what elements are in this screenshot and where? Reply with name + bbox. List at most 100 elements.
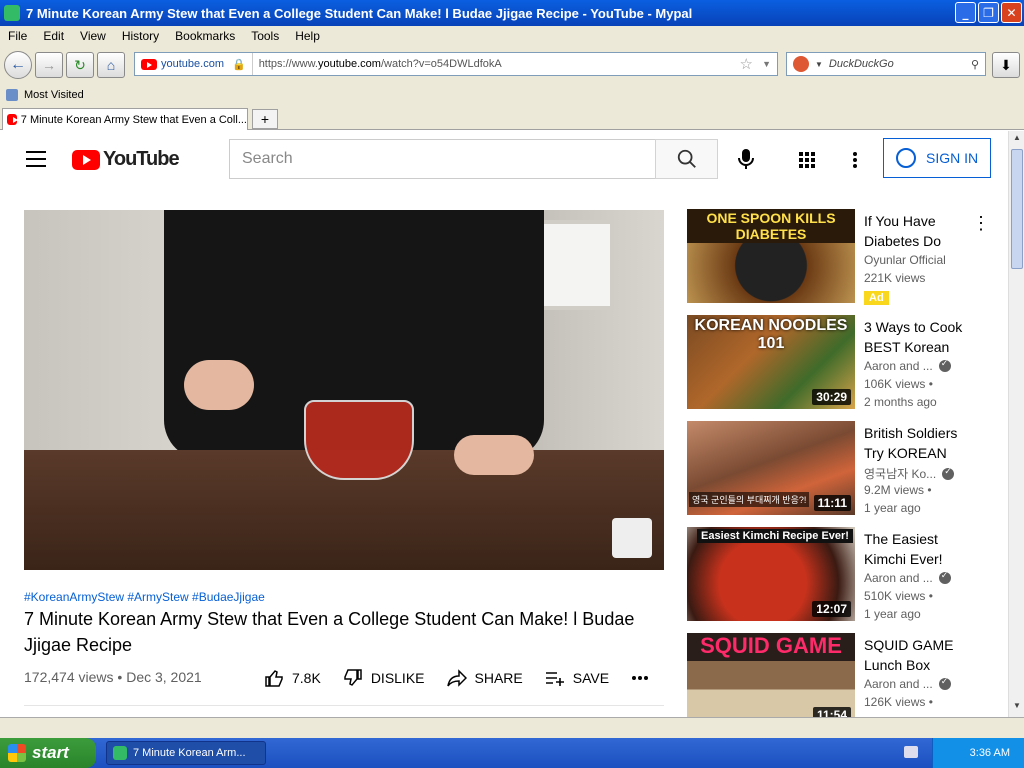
video-title: 7 Minute Korean Army Stew that Even a Co… bbox=[24, 609, 635, 655]
like-button[interactable]: 7.8K bbox=[264, 668, 321, 688]
recommendation-channel[interactable]: 영국남자 Ko... bbox=[864, 465, 955, 482]
video-hashtags[interactable]: #KoreanArmyStew #ArmyStew #BudaeJjigae bbox=[24, 590, 265, 604]
apps-grid-icon[interactable] bbox=[798, 151, 816, 169]
search-engine-dropdown-icon[interactable]: ▼ bbox=[815, 60, 823, 69]
tab-bar: 7 Minute Korean Army Stew that Even a Co… bbox=[0, 106, 1024, 130]
recommendation-item[interactable]: SQUID GAME 11:54 SQUID GAME Lunch Box Aa… bbox=[687, 633, 997, 717]
tab-label: 7 Minute Korean Army Stew that Even a Co… bbox=[20, 113, 247, 126]
recommendation-thumbnail[interactable]: 영국 군인들의 부대찌개 반응?! 11:11 bbox=[687, 421, 855, 515]
maximize-button[interactable]: ❐ bbox=[978, 2, 999, 23]
recommendation-views: 510K views • bbox=[864, 589, 933, 603]
taskbar-window-button[interactable]: 7 Minute Korean Arm... bbox=[106, 741, 266, 765]
microphone-icon[interactable] bbox=[736, 148, 756, 170]
taskbar-window-label: 7 Minute Korean Arm... bbox=[133, 747, 246, 759]
thumbs-up-icon bbox=[265, 670, 283, 687]
start-button[interactable]: start bbox=[0, 738, 96, 768]
menu-hamburger-icon[interactable] bbox=[26, 151, 46, 167]
recommendation-thumbnail[interactable]: Easiest Kimchi Recipe Ever! 12:07 bbox=[687, 527, 855, 621]
search-bar[interactable]: ▼ DuckDuckGo ⚲ bbox=[786, 52, 986, 76]
download-button[interactable]: ⬇ bbox=[992, 52, 1020, 78]
recommendation-item[interactable]: 영국 군인들의 부대찌개 반응?! 11:11 British Soldiers… bbox=[687, 421, 997, 517]
youtube-logo[interactable]: YouTube bbox=[72, 148, 180, 171]
most-visited-bookmark[interactable]: Most Visited bbox=[24, 89, 84, 101]
search-icon[interactable]: ⚲ bbox=[971, 58, 979, 71]
recommendation-age: 1 year ago bbox=[864, 607, 921, 621]
menu-view[interactable]: View bbox=[72, 29, 114, 43]
recommendation-menu-icon[interactable]: ⋮ bbox=[972, 213, 990, 234]
recommendation-item[interactable]: KOREAN NOODLES 101 30:29 3 Ways to Cook … bbox=[687, 315, 997, 411]
mypal-icon bbox=[113, 746, 127, 760]
youtube-search-input[interactable]: Search bbox=[229, 139, 655, 179]
menu-bookmarks[interactable]: Bookmarks bbox=[167, 29, 243, 43]
close-button[interactable]: ✕ bbox=[1001, 2, 1022, 23]
recommendation-thumbnail[interactable]: SQUID GAME 11:54 bbox=[687, 633, 855, 717]
divider bbox=[24, 705, 664, 706]
sign-in-label: SIGN IN bbox=[926, 150, 979, 166]
video-player[interactable] bbox=[24, 210, 664, 570]
mypal-icon bbox=[4, 5, 20, 21]
channel-watermark-icon[interactable] bbox=[612, 518, 652, 558]
scroll-up-icon[interactable]: ▲ bbox=[1011, 133, 1023, 147]
tab-youtube[interactable]: 7 Minute Korean Army Stew that Even a Co… bbox=[2, 108, 248, 130]
recommendation-channel[interactable]: Aaron and ... bbox=[864, 570, 951, 585]
clock[interactable]: 3:36 AM bbox=[970, 747, 1010, 759]
recommendation-thumbnail[interactable]: ONE SPOON KILLS DIABETES bbox=[687, 209, 855, 303]
recommendation-views: 9.2M views • bbox=[864, 483, 932, 497]
thumbs-down-icon bbox=[344, 669, 362, 686]
recommendation-item[interactable]: ONE SPOON KILLS DIABETES If You Have Dia… bbox=[687, 209, 997, 305]
video-frame-window bbox=[534, 220, 614, 310]
recommendation-title[interactable]: If You Have Diabetes Do bbox=[864, 211, 974, 251]
menu-edit[interactable]: Edit bbox=[35, 29, 72, 43]
recommendation-title[interactable]: British Soldiers Try KOREAN bbox=[864, 423, 974, 463]
windows-taskbar: start 7 Minute Korean Arm... 3:36 AM bbox=[0, 738, 1024, 768]
menu-help[interactable]: Help bbox=[287, 29, 328, 43]
share-button[interactable]: SHARE bbox=[446, 668, 523, 688]
menu-history[interactable]: History bbox=[114, 29, 167, 43]
bookmark-star-icon[interactable]: ☆ bbox=[740, 55, 753, 73]
url-bar[interactable]: youtube.com 🔒 https://www.youtube.com/wa… bbox=[134, 52, 778, 76]
url-dropdown-icon[interactable]: ▼ bbox=[762, 59, 771, 69]
more-actions-button[interactable] bbox=[631, 675, 657, 681]
recommendation-item[interactable]: Easiest Kimchi Recipe Ever! 12:07 The Ea… bbox=[687, 527, 997, 623]
scrollbar-thumb[interactable] bbox=[1011, 149, 1023, 269]
youtube-logo-text: YouTube bbox=[103, 148, 180, 170]
home-button[interactable]: ⌂ bbox=[97, 52, 125, 78]
more-options-icon[interactable] bbox=[852, 151, 858, 169]
youtube-search-button[interactable] bbox=[655, 139, 718, 179]
bookmarks-bar: Most Visited bbox=[0, 84, 1024, 106]
verified-badge-icon bbox=[938, 358, 951, 372]
thumbnail-caption: SQUID GAME bbox=[700, 633, 842, 658]
site-identity[interactable]: youtube.com 🔒 bbox=[135, 53, 253, 75]
recommendation-channel[interactable]: Oyunlar Official bbox=[864, 253, 946, 267]
reload-button[interactable]: ↻ bbox=[66, 52, 94, 78]
recommendation-title[interactable]: 3 Ways to Cook BEST Korean bbox=[864, 317, 974, 357]
menu-tools[interactable]: Tools bbox=[243, 29, 287, 43]
url-text[interactable]: https://www.youtube.com/watch?v=o54DWLdf… bbox=[253, 58, 502, 70]
recommendation-age: 2 months ago bbox=[864, 395, 937, 409]
recommendation-views: 106K views • bbox=[864, 377, 933, 391]
dislike-button[interactable]: DISLIKE bbox=[343, 668, 425, 688]
dislike-label: DISLIKE bbox=[370, 670, 425, 686]
recommendation-channel[interactable]: Aaron and ... bbox=[864, 358, 951, 373]
menu-file[interactable]: File bbox=[0, 29, 35, 43]
sign-in-button[interactable]: SIGN IN bbox=[883, 138, 991, 178]
recommendation-age: 1 year ago bbox=[864, 501, 921, 515]
forward-button[interactable]: → bbox=[35, 52, 63, 78]
recommendation-channel[interactable]: Aaron and ... bbox=[864, 676, 951, 691]
video-duration: 11:54 bbox=[812, 707, 851, 717]
recommendation-title[interactable]: SQUID GAME Lunch Box bbox=[864, 635, 974, 675]
new-tab-button[interactable]: + bbox=[252, 109, 278, 129]
windows-logo-icon bbox=[8, 744, 26, 762]
save-label: SAVE bbox=[572, 670, 610, 686]
page-scrollbar[interactable]: ▲ ▼ bbox=[1008, 131, 1024, 717]
status-bar bbox=[0, 717, 1024, 738]
save-button[interactable]: SAVE bbox=[545, 668, 609, 688]
recommendation-thumbnail[interactable]: KOREAN NOODLES 101 30:29 bbox=[687, 315, 855, 409]
scroll-down-icon[interactable]: ▼ bbox=[1011, 701, 1023, 715]
keyboard-tray-icon[interactable] bbox=[904, 746, 918, 758]
thumbnail-caption: ONE SPOON KILLS DIABETES bbox=[687, 209, 855, 243]
minimize-button[interactable]: _ bbox=[955, 2, 976, 23]
youtube-header: YouTube Search SIGN IN bbox=[0, 131, 1008, 187]
back-button[interactable]: ← bbox=[4, 51, 32, 79]
recommendation-title[interactable]: The Easiest Kimchi Ever! bbox=[864, 529, 974, 569]
